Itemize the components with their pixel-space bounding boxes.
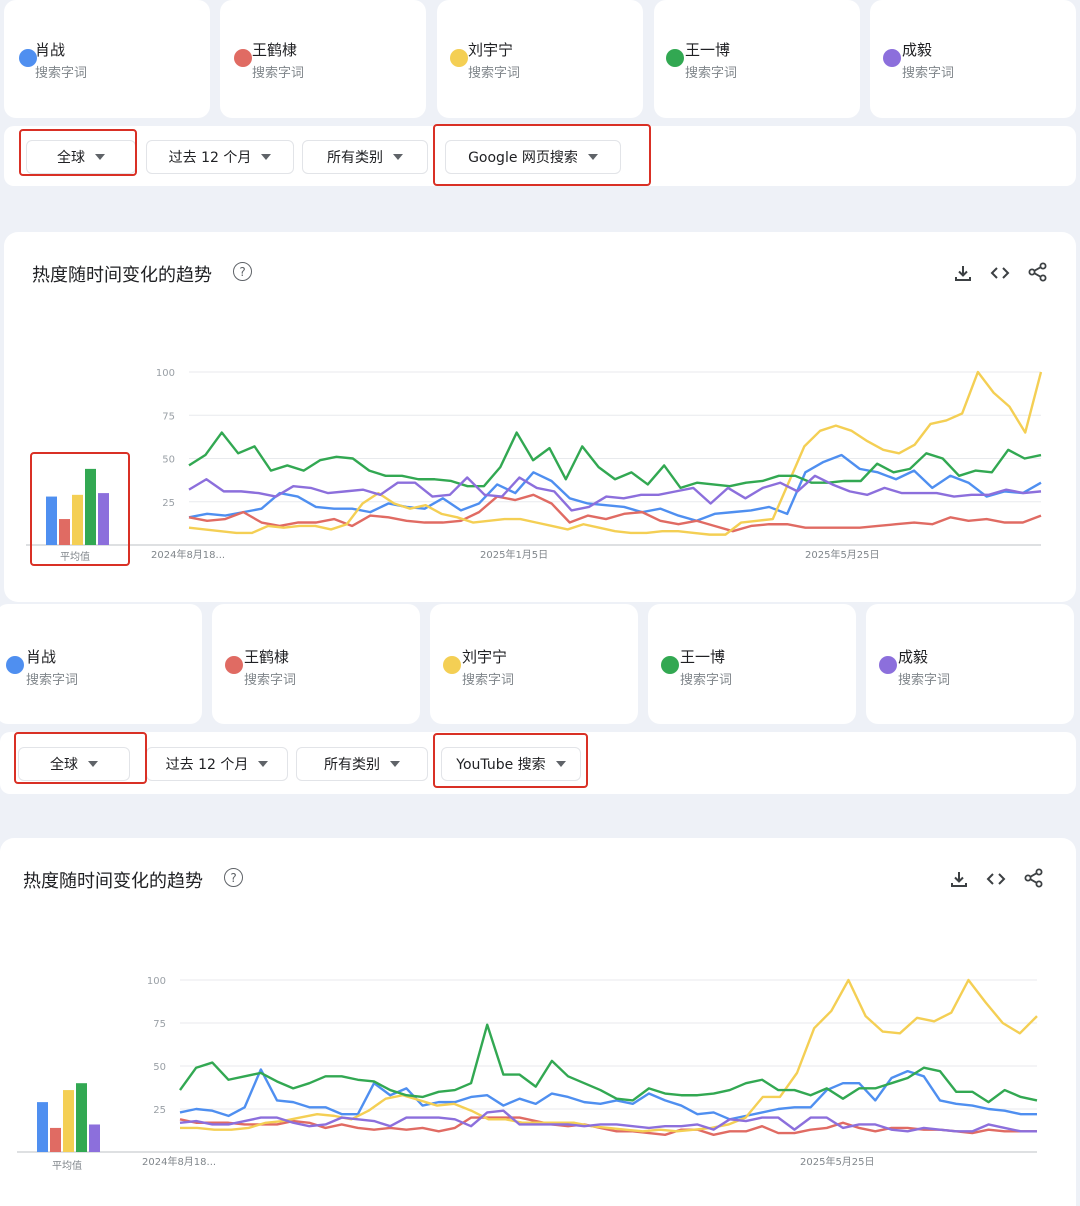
term-type: 搜索字词 (685, 66, 738, 81)
y-tick-label: 50 (153, 1062, 166, 1073)
term-type: 搜索字词 (680, 673, 733, 688)
color-dot-icon (879, 656, 897, 674)
term-name: 王一博 (685, 41, 731, 59)
x-tick-label: 2025年5月25日 (805, 548, 880, 561)
y-tick-label: 75 (162, 411, 175, 422)
term-card-wanghedi[interactable]: 王鹤棣 搜索字词 (212, 604, 420, 724)
y-tick-label: 100 (147, 976, 166, 987)
highlight-box (19, 129, 137, 176)
color-dot-icon (450, 49, 468, 67)
term-card-wangyibo[interactable]: 王一博 搜索字词 (654, 0, 860, 118)
term-card-wanghedi[interactable]: 王鹤棣 搜索字词 (220, 0, 426, 118)
term-name: 王鹤棣 (244, 648, 290, 666)
category-label: 所有类别 (327, 150, 383, 166)
term-card-xiaozhan[interactable]: 肖战 搜索字词 (0, 604, 202, 724)
term-name: 刘宇宁 (462, 648, 508, 666)
highlight-box (433, 733, 588, 788)
caret-down-icon (261, 154, 272, 160)
color-dot-icon (883, 49, 901, 67)
time-label: 过去 12 个月 (165, 757, 249, 773)
series-line-王一博 (179, 1023, 1038, 1104)
category-label: 所有类别 (324, 757, 380, 773)
y-tick-label: 25 (153, 1105, 166, 1116)
term-name: 成毅 (902, 41, 933, 59)
y-tick-label: 75 (153, 1019, 166, 1030)
y-tick-label: 100 (156, 368, 175, 379)
term-type: 搜索字词 (902, 66, 955, 81)
color-dot-icon (234, 49, 252, 67)
y-tick-label: 50 (162, 455, 175, 466)
average-bar-王鹤棣 (50, 1127, 61, 1152)
term-name: 肖战 (35, 41, 66, 59)
trend-chart-1: 100 75 50 25 2024年8月18... 2025年1月5日 2025年5月25日 (26, 368, 1043, 561)
term-type: 搜索字词 (252, 66, 305, 81)
term-name: 王鹤棣 (252, 41, 298, 59)
term-card-chengyi[interactable]: 成毅 搜索字词 (866, 604, 1074, 724)
x-tick-label: 2024年8月18... (151, 548, 225, 561)
color-dot-icon (6, 656, 24, 674)
caret-down-icon (258, 761, 269, 767)
x-tick-label: 2025年1月5日 (480, 548, 548, 561)
term-card-chengyi[interactable]: 成毅 搜索字词 (870, 0, 1076, 118)
series-line-王一博 (188, 431, 1042, 490)
color-dot-icon (661, 656, 679, 674)
term-name: 成毅 (898, 648, 929, 666)
term-name: 王一博 (680, 648, 726, 666)
average-bar-王一博 (76, 1083, 87, 1152)
average-bar-肖战 (37, 1102, 48, 1152)
term-name: 刘宇宁 (468, 41, 514, 59)
time-range-dropdown[interactable]: 过去 12 个月 (146, 140, 294, 174)
time-label: 过去 12 个月 (168, 150, 252, 166)
term-type: 搜索字词 (26, 673, 79, 688)
term-type: 搜索字词 (898, 673, 951, 688)
average-bar-刘宇宁 (63, 1090, 74, 1152)
term-card-wangyibo[interactable]: 王一博 搜索字词 (648, 604, 856, 724)
term-card-xiaozhan[interactable]: 肖战 搜索字词 (4, 0, 210, 118)
x-tick-label: 2025年5月25日 (800, 1155, 875, 1168)
term-type: 搜索字词 (244, 673, 297, 688)
caret-down-icon (393, 154, 403, 160)
highlight-box (14, 732, 147, 784)
average-label: 平均值 (52, 1161, 82, 1172)
term-card-liuyuning[interactable]: 刘宇宁 搜索字词 (437, 0, 643, 118)
caret-down-icon (390, 761, 400, 767)
term-type: 搜索字词 (462, 673, 515, 688)
color-dot-icon (443, 656, 461, 674)
trend-chart-2: 100 75 50 25 2024年8月18... 2025年5月25日 (17, 976, 1038, 1168)
category-dropdown[interactable]: 所有类别 (302, 140, 428, 174)
y-tick-label: 25 (162, 498, 175, 509)
term-type: 搜索字词 (35, 66, 88, 81)
term-card-liuyuning[interactable]: 刘宇宁 搜索字词 (430, 604, 638, 724)
term-type: 搜索字词 (468, 66, 521, 81)
category-dropdown[interactable]: 所有类别 (296, 747, 428, 781)
average-bar-成毅 (89, 1124, 100, 1152)
color-dot-icon (666, 49, 684, 67)
color-dot-icon (225, 656, 243, 674)
highlight-box (433, 124, 651, 186)
series-line-刘宇宁 (188, 370, 1043, 536)
x-tick-label: 2024年8月18... (142, 1155, 216, 1168)
time-range-dropdown[interactable]: 过去 12 个月 (146, 747, 288, 781)
term-name: 肖战 (26, 648, 57, 666)
highlight-box (30, 452, 130, 566)
